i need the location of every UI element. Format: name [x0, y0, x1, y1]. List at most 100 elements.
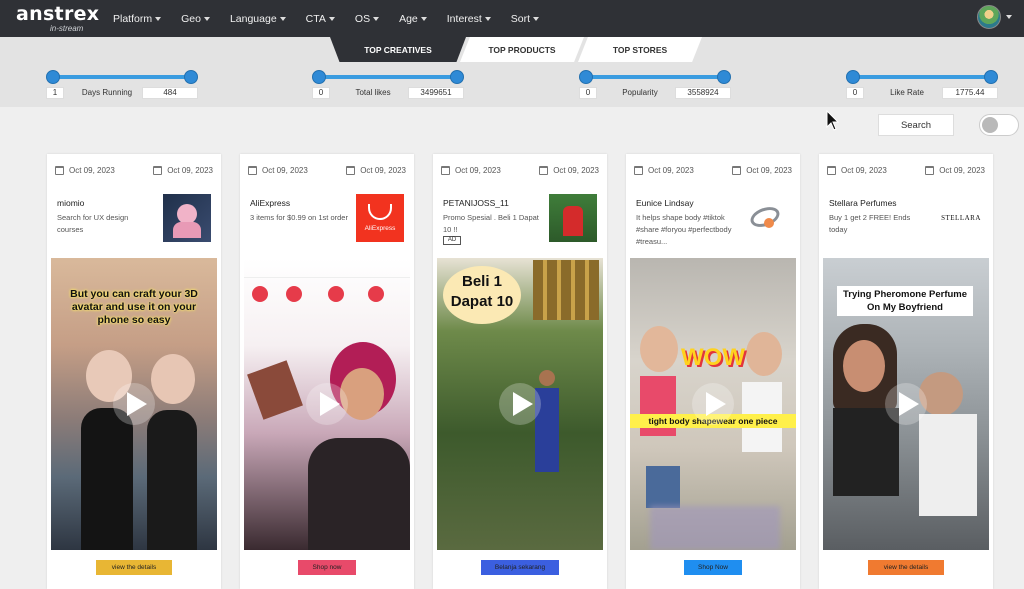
mouse-pointer-icon — [826, 110, 840, 131]
ad-description: Search for UX design courses — [57, 213, 129, 234]
search-button[interactable]: Search — [878, 114, 954, 136]
tab-bar: TOP CREATIVES TOP PRODUCTS TOP STORES — [330, 37, 702, 62]
advertiser-thumbnail: STELLARA — [935, 194, 983, 242]
play-icon[interactable] — [306, 383, 348, 425]
range-max-handle[interactable] — [450, 70, 464, 84]
range-min-handle[interactable] — [579, 70, 593, 84]
filter-panel: TOP CREATIVES TOP PRODUCTS TOP STORES 1 … — [0, 37, 1024, 107]
date-text: Oct 09, 2023 — [455, 165, 501, 175]
calendar-icon — [441, 165, 450, 175]
first-seen-date: Oct 09, 2023 — [441, 164, 501, 176]
nav-geo[interactable]: Geo — [181, 13, 210, 25]
range-track[interactable] — [312, 70, 464, 84]
view-details-button[interactable]: view the details — [96, 560, 172, 575]
nav-age[interactable]: Age — [399, 13, 427, 25]
calendar-icon — [634, 165, 643, 175]
ad-card[interactable]: Oct 09, 2023 Oct 09, 2023 AliExpress 3 i… — [240, 154, 414, 589]
advertiser-name[interactable]: Stellara Perfumes — [829, 198, 933, 208]
date-text: Oct 09, 2023 — [939, 165, 985, 175]
nav-cta[interactable]: CTA — [306, 13, 335, 25]
range-min-handle[interactable] — [46, 70, 60, 84]
range-label: Days Running — [81, 88, 133, 97]
calendar-icon — [55, 165, 64, 175]
popularity-slider: 0 Popularity 3558924 — [579, 70, 731, 100]
last-seen-date: Oct 09, 2023 — [925, 164, 985, 176]
tab-top-stores[interactable]: TOP STORES — [578, 37, 702, 62]
advertiser-name[interactable]: AliExpress — [250, 198, 354, 208]
range-label: Popularity — [622, 88, 658, 97]
range-min-input[interactable]: 0 — [846, 87, 864, 99]
card-dates: Oct 09, 2023 Oct 09, 2023 — [827, 164, 985, 176]
chevron-down-icon — [328, 16, 335, 21]
play-icon[interactable] — [499, 383, 541, 425]
video-caption-wow: WOW — [681, 344, 745, 371]
play-icon[interactable] — [885, 383, 927, 425]
range-max-handle[interactable] — [984, 70, 998, 84]
range-min-handle[interactable] — [846, 70, 860, 84]
ad-description: Buy 1 get 2 FREE! Ends today — [829, 213, 911, 234]
range-min-input[interactable]: 0 — [579, 87, 597, 99]
thumbnail-logo-text: STELLARA — [941, 214, 981, 222]
nav-sort[interactable]: Sort — [511, 13, 540, 25]
range-max-handle[interactable] — [717, 70, 731, 84]
range-track[interactable] — [579, 70, 731, 84]
range-min-input[interactable]: 0 — [312, 87, 330, 99]
video-preview[interactable]: WOW tight body shapewear one piece — [630, 258, 796, 550]
video-preview[interactable]: Beli 1 Dapat 10 — [437, 258, 603, 550]
shop-now-button[interactable]: Shop now — [298, 560, 356, 575]
first-seen-date: Oct 09, 2023 — [248, 164, 308, 176]
nav-interest[interactable]: Interest — [447, 13, 491, 25]
shop-now-button[interactable]: Belanja sekarang — [481, 560, 559, 575]
range-max-input[interactable]: 3558924 — [675, 87, 731, 99]
nav-os[interactable]: OS — [355, 13, 380, 25]
video-preview[interactable]: But you can craft your 3D avatar and use… — [51, 258, 217, 550]
range-max-input[interactable]: 3499651 — [408, 87, 464, 99]
nav-platform[interactable]: Platform — [113, 13, 162, 25]
play-icon[interactable] — [692, 383, 734, 425]
video-preview[interactable] — [244, 258, 410, 550]
user-menu[interactable] — [977, 5, 1012, 29]
chevron-down-icon — [420, 16, 427, 21]
view-details-button[interactable]: view the details — [868, 560, 944, 575]
video-caption: Beli 1 Dapat 10 — [450, 273, 514, 310]
ad-card[interactable]: Oct 09, 2023 Oct 09, 2023 Stellara Perfu… — [819, 154, 993, 589]
nav-language[interactable]: Language — [230, 13, 286, 25]
chevron-down-icon — [203, 16, 210, 21]
advertiser-name[interactable]: PETANIJOSS_11 — [443, 198, 547, 208]
range-max-handle[interactable] — [184, 70, 198, 84]
ad-card[interactable]: Oct 09, 2023 Oct 09, 2023 Eunice Lindsay… — [626, 154, 800, 589]
calendar-icon — [827, 165, 836, 175]
ad-description: 3 items for $0.99 on 1st order — [250, 213, 348, 222]
top-navbar: anstrex in-stream Platform Geo Language … — [0, 0, 1024, 37]
range-min-handle[interactable] — [312, 70, 326, 84]
toggle-knob — [982, 117, 998, 133]
filter-toggle[interactable] — [979, 114, 1019, 136]
range-track[interactable] — [846, 70, 998, 84]
days-running-slider: 1 Days Running 484 — [46, 70, 198, 100]
shop-now-button[interactable]: Shop Now — [684, 560, 742, 575]
range-track[interactable] — [46, 70, 198, 84]
tab-top-creatives[interactable]: TOP CREATIVES — [330, 37, 466, 62]
first-seen-date: Oct 09, 2023 — [827, 164, 887, 176]
filter-menu: Platform Geo Language CTA OS Age Interes… — [113, 0, 559, 37]
chevron-down-icon — [373, 16, 380, 21]
ad-description: Promo Spesial . Beli 1 Dapat 10 !! — [443, 213, 539, 234]
advertiser-name[interactable]: Eunice Lindsay — [636, 198, 740, 208]
chevron-down-icon — [1006, 15, 1012, 19]
range-max-input[interactable]: 484 — [142, 87, 198, 99]
range-min-input[interactable]: 1 — [46, 87, 64, 99]
ad-card[interactable]: Oct 09, 2023 Oct 09, 2023 PETANIJOSS_11 … — [433, 154, 607, 589]
anstrex-logo[interactable]: anstrex in-stream — [16, 4, 99, 33]
ad-card[interactable]: Oct 09, 2023 Oct 09, 2023 miomio Search … — [47, 154, 221, 589]
tab-top-products[interactable]: TOP PRODUCTS — [460, 37, 584, 62]
video-preview[interactable]: Trying Pheromone Perfume On My Boyfriend — [823, 258, 989, 550]
total-likes-slider: 0 Total likes 3499651 — [312, 70, 464, 100]
ad-type-badge: AD — [443, 236, 461, 245]
advertiser-name[interactable]: miomio — [57, 198, 161, 208]
card-dates: Oct 09, 2023 Oct 09, 2023 — [634, 164, 792, 176]
play-icon[interactable] — [113, 383, 155, 425]
range-max-input[interactable]: 1775.44 — [942, 87, 998, 99]
range-label: Like Rate — [890, 88, 924, 97]
advertiser-thumbnail — [549, 194, 597, 242]
first-seen-date: Oct 09, 2023 — [634, 164, 694, 176]
